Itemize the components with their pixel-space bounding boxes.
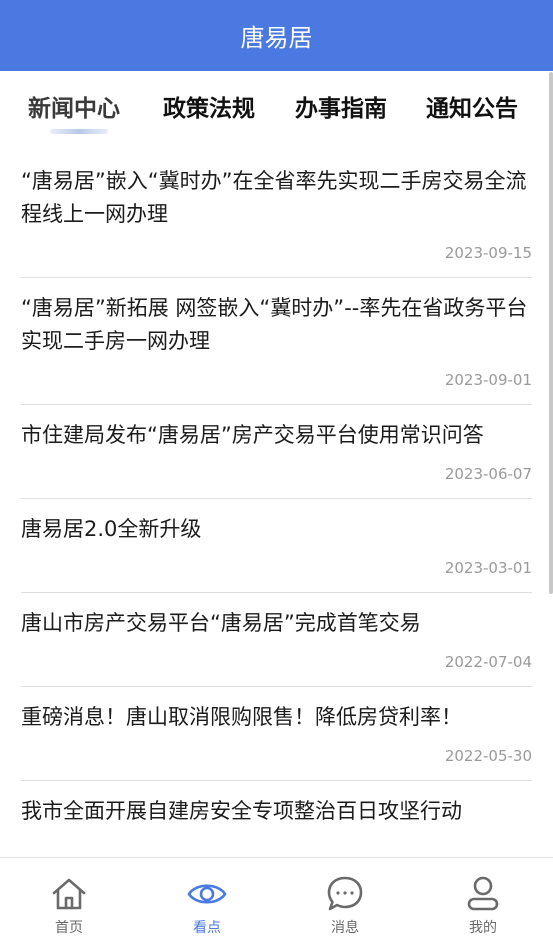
tab-guides[interactable]: 办事指南	[295, 89, 387, 123]
news-title: 我市全面开展自建房安全专项整治百日攻坚行动	[21, 799, 462, 823]
page-title: 唐易居	[240, 24, 313, 52]
active-tab-indicator	[50, 129, 108, 134]
eye-icon	[187, 874, 227, 914]
news-date: 2023-03-01	[444, 559, 532, 577]
news-date	[21, 840, 532, 854]
news-title: 唐山市房产交易平台“唐易居”完成首笔交易	[21, 611, 421, 635]
news-date: 2023-06-07	[444, 465, 532, 483]
nav-item-messages[interactable]: 消息	[300, 858, 390, 950]
news-item[interactable]: “唐易居”新拓展 网签嵌入“冀时办”--率先在省政务平台实现二手房一网办理 20…	[21, 278, 532, 405]
user-icon	[463, 874, 503, 914]
news-title: “唐易居”新拓展 网签嵌入“冀时办”--率先在省政务平台实现二手房一网办理	[21, 296, 528, 353]
app-header: 唐易居	[0, 0, 553, 71]
nav-label-mine: 我的	[469, 920, 497, 936]
news-item[interactable]: 唐易居2.0全新升级 2023-03-01	[21, 499, 532, 593]
news-title: “唐易居”嵌入“冀时办”在全省率先实现二手房交易全流程线上一网办理	[21, 169, 527, 226]
news-item[interactable]: 我市全面开展自建房安全专项整治百日攻坚行动	[21, 781, 532, 854]
tab-news-center[interactable]: 新闻中心	[28, 89, 120, 123]
tab-policies[interactable]: 政策法规	[163, 89, 255, 123]
news-title: 市住建局发布“唐易居”房产交易平台使用常识问答	[21, 423, 484, 447]
news-date: 2023-09-15	[444, 244, 532, 262]
news-item[interactable]: 市住建局发布“唐易居”房产交易平台使用常识问答 2023-06-07	[21, 405, 532, 499]
news-title: 重磅消息！唐山取消限购限售！降低房贷利率！	[21, 705, 462, 729]
nav-label-messages: 消息	[331, 920, 359, 936]
scrollbar[interactable]	[549, 72, 553, 594]
news-date: 2022-07-04	[444, 653, 532, 671]
news-item[interactable]: “唐易居”嵌入“冀时办”在全省率先实现二手房交易全流程线上一网办理 2023-0…	[21, 151, 532, 278]
nav-label-home: 首页	[55, 920, 83, 936]
news-date: 2022-05-30	[444, 747, 532, 765]
news-item[interactable]: 唐山市房产交易平台“唐易居”完成首笔交易 2022-07-04	[21, 593, 532, 687]
tab-notices[interactable]: 通知公告	[426, 89, 518, 123]
bottom-nav: 首页 看点 消息 我的	[0, 857, 553, 950]
nav-label-watch: 看点	[193, 920, 221, 936]
home-icon	[49, 874, 89, 914]
nav-item-home[interactable]: 首页	[24, 858, 114, 950]
tab-bar: 新闻中心 政策法规 办事指南 通知公告	[0, 71, 553, 151]
news-date: 2023-09-01	[444, 371, 532, 389]
news-item[interactable]: 重磅消息！唐山取消限购限售！降低房贷利率！ 2022-05-30	[21, 687, 532, 781]
news-title: 唐易居2.0全新升级	[21, 517, 202, 541]
chat-icon	[325, 874, 365, 914]
news-list[interactable]: “唐易居”嵌入“冀时办”在全省率先实现二手房交易全流程线上一网办理 2023-0…	[0, 151, 553, 857]
nav-item-watch[interactable]: 看点	[162, 858, 252, 950]
nav-item-mine[interactable]: 我的	[438, 858, 528, 950]
